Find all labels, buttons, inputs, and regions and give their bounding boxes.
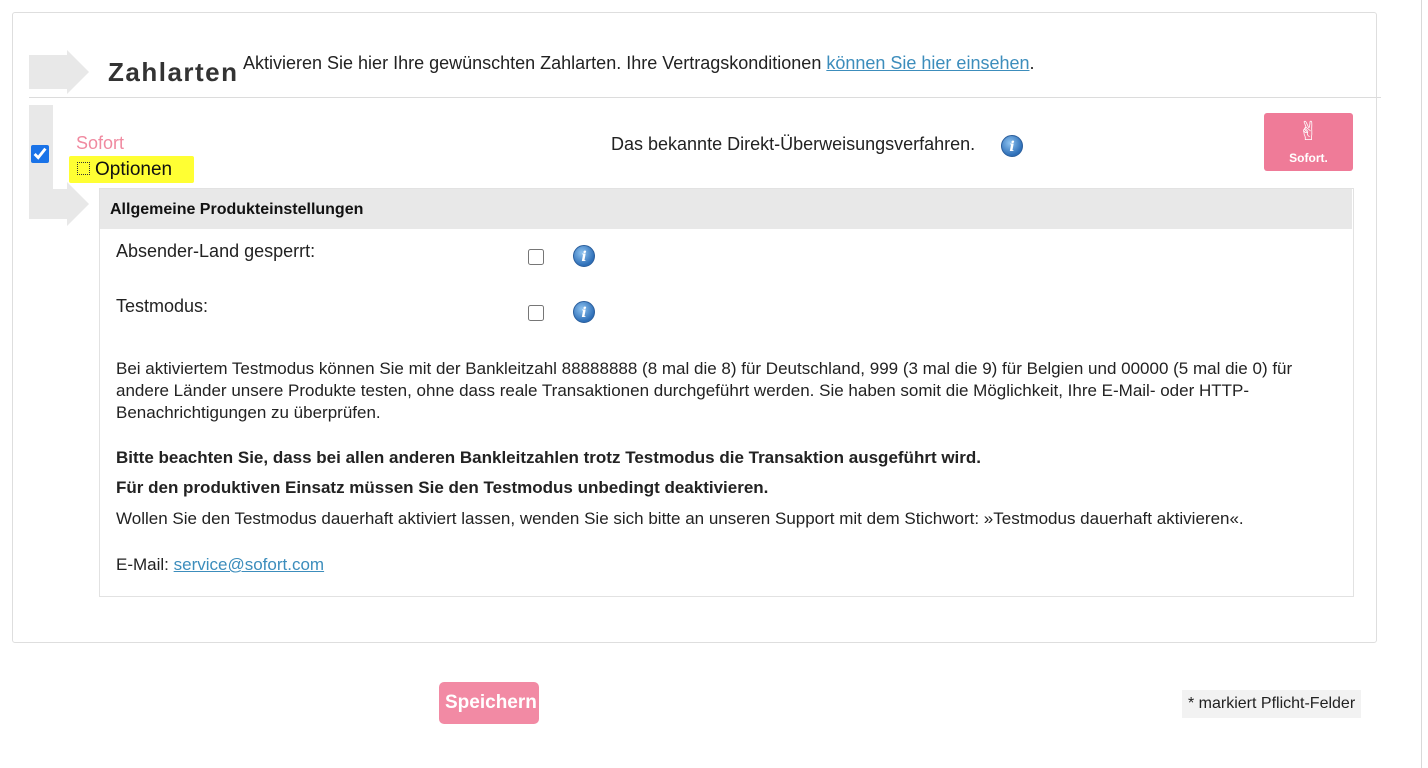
test-mode-info: Bei aktiviertem Testmodus können Sie mit… (116, 359, 1293, 422)
section-divider (29, 97, 1381, 98)
save-button[interactable]: Speichern (439, 682, 539, 724)
sender-country-blocked-checkbox[interactable] (528, 249, 544, 265)
payment-method-name: Sofort (76, 133, 125, 153)
test-mode-checkbox[interactable] (528, 305, 544, 321)
expand-icon (77, 162, 90, 176)
sofort-logo: ✌ Sofort. (1264, 113, 1353, 171)
product-settings-box: Allgemeine Produkteinstellungen Absender… (99, 188, 1354, 597)
test-mode-warning: Bitte beachten Sie, dass bei allen ander… (116, 448, 981, 467)
settings-header: Allgemeine Produkteinstellungen (100, 189, 1352, 229)
options-arrow-tip (67, 182, 89, 226)
support-email-link[interactable]: service@sofort.com (174, 555, 324, 574)
info-icon[interactable]: i (1001, 135, 1023, 157)
section-intro-end: . (1029, 53, 1035, 73)
logo-text: Sofort. (1289, 151, 1328, 165)
info-icon[interactable]: i (573, 301, 595, 323)
email-label: E-Mail: (116, 555, 174, 574)
payment-methods-panel: Zahlarten Aktivieren Sie hier Ihre gewün… (12, 12, 1381, 643)
section-intro-text: Aktivieren Sie hier Ihre gewünschten Zah… (243, 53, 827, 73)
info-icon[interactable]: i (573, 245, 595, 267)
section-title: Zahlarten (108, 57, 239, 87)
options-label: Optionen (95, 159, 173, 180)
section-arrow-tip (67, 50, 89, 94)
required-fields-note: * markiert Pflicht-Felder (1182, 690, 1362, 718)
test-mode-label: Testmodus: (116, 296, 209, 316)
options-toggle[interactable]: Optionen (69, 156, 194, 183)
section-intro: Aktivieren Sie hier Ihre gewünschten Zah… (243, 53, 1035, 74)
contract-terms-link[interactable]: können Sie hier einsehen (826, 53, 1029, 73)
victory-hand-icon: ✌ (1297, 116, 1320, 146)
support-note: Wollen Sie den Testmodus dauerhaft aktiv… (116, 509, 1244, 528)
payment-method-description: Das bekannte Direkt-Überweisungsverfahre… (611, 134, 976, 154)
sender-country-blocked-label: Absender-Land gesperrt: (116, 241, 316, 261)
section-arrow-icon (29, 55, 67, 89)
test-mode-deactivate-note: Für den produktiven Einsatz müssen Sie d… (116, 478, 769, 497)
window-edge-divider (1421, 0, 1422, 768)
options-arrow-icon (29, 189, 67, 219)
enable-sofort-checkbox[interactable] (31, 145, 49, 163)
support-email-line: E-Mail: service@sofort.com (116, 554, 1336, 576)
